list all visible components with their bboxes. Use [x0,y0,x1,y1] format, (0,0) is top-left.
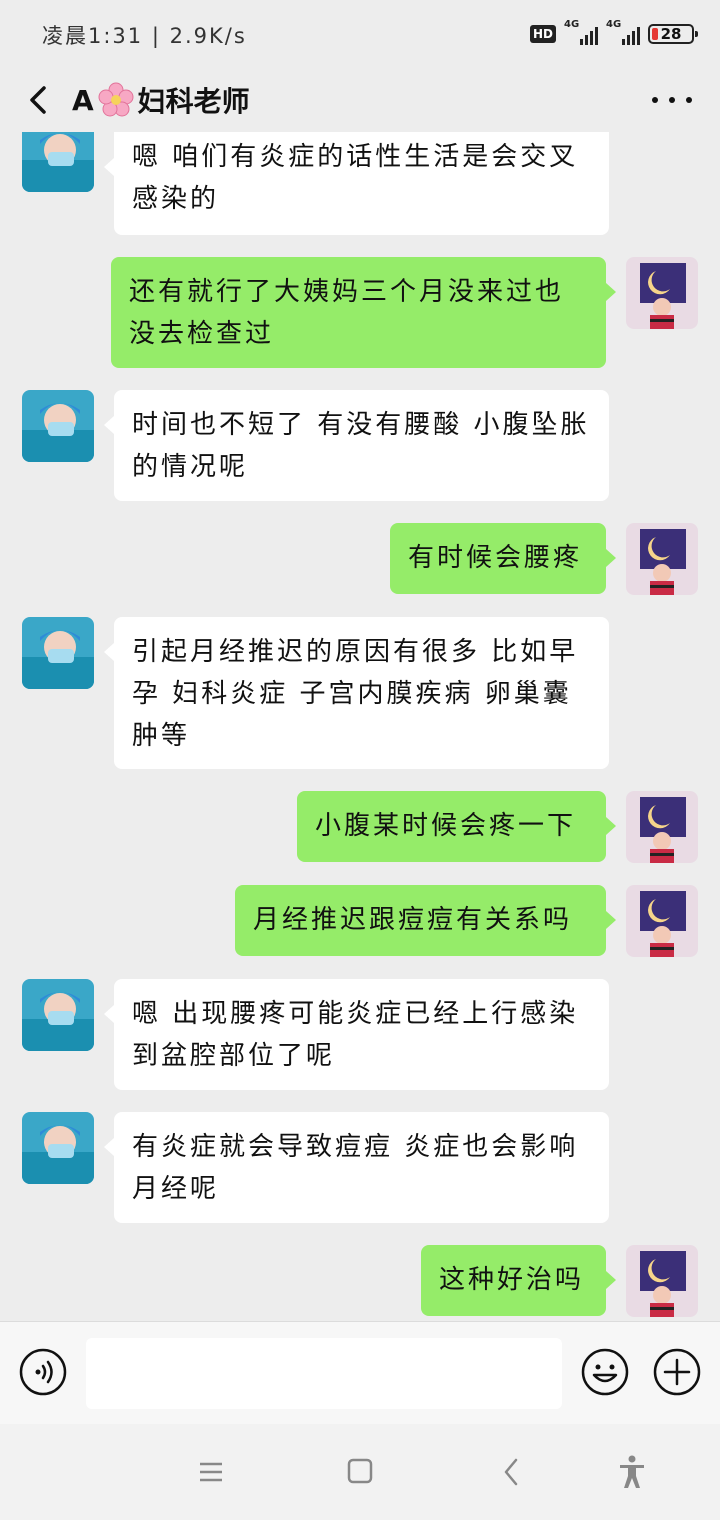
status-icons: HD 4G 4G 28 [529,19,698,47]
emoji-icon[interactable] [580,1347,630,1397]
message-bubble-me[interactable]: 月经推迟跟痘痘有关系吗 [235,885,616,956]
accessibility-icon[interactable] [612,1454,652,1490]
my-avatar[interactable] [626,257,698,329]
message-bubble-me[interactable]: 这种好治吗 [421,1245,616,1316]
message-bubble-doctor[interactable]: 有炎症就会导致痘痘 炎症也会影响月经呢 [104,1112,609,1223]
message-bubble-me[interactable]: 小腹某时候会疼一下 [297,791,616,862]
voice-input-icon[interactable] [18,1347,68,1397]
doctor-avatar[interactable] [22,132,94,192]
system-nav-bar [0,1424,720,1520]
hd-icon: HD [529,25,556,43]
back-triangle-icon[interactable] [492,1454,532,1490]
status-time: 凌晨1:31 | 2.9K/s [42,24,247,48]
signal-icon-2: 4G [606,19,640,47]
doctor-avatar[interactable] [22,1112,94,1184]
my-avatar[interactable] [626,791,698,863]
chat-header: A 妇科老师 [0,68,720,132]
home-square-icon[interactable] [340,1454,380,1490]
cherry-blossom-icon [98,82,134,117]
message-bubble-doctor[interactable]: 时间也不短了 有没有腰酸 小腹坠胀的情况呢 [104,390,609,501]
message-bubble-doctor[interactable]: 嗯 咱们有炎症的话性生活是会交叉感染的 [104,132,609,235]
message-bubble-doctor[interactable]: 嗯 出现腰疼可能炎症已经上行感染到盆腔部位了呢 [104,979,609,1090]
battery-level: 28 [660,25,682,43]
message-bubble-me[interactable]: 还有就行了大姨妈三个月没来过也没去检查过 [111,257,616,368]
more-options-icon[interactable] [652,86,692,114]
menu-icon[interactable] [190,1454,230,1490]
message-list[interactable]: 嗯 咱们有炎症的话性生活是会交叉感染的 还有就行了大姨妈三个月没来过也没去检查过… [0,132,720,1321]
status-bar: 凌晨1:31 | 2.9K/s HD 4G 4G 28 [0,0,720,68]
signal-icon-1: 4G [564,19,598,47]
doctor-avatar[interactable] [22,979,94,1051]
contact-name: 妇科老师 [137,85,250,118]
my-avatar[interactable] [626,523,698,595]
plus-icon[interactable] [652,1347,702,1397]
doctor-avatar[interactable] [22,390,94,462]
message-bubble-me[interactable]: 有时候会腰疼 [390,523,616,594]
message-bubble-doctor[interactable]: 引起月经推迟的原因有很多 比如早孕 妇科炎症 子宫内膜疾病 卵巢囊肿等 [104,617,609,769]
message-input[interactable] [86,1338,562,1409]
battery-icon: 28 [648,24,698,44]
my-avatar[interactable] [626,885,698,957]
chat-title: A 妇科老师 [72,80,250,120]
input-bar [0,1321,720,1425]
my-avatar[interactable] [626,1245,698,1317]
doctor-avatar[interactable] [22,617,94,689]
title-prefix: A [72,83,94,117]
back-arrow-icon[interactable] [20,80,60,120]
